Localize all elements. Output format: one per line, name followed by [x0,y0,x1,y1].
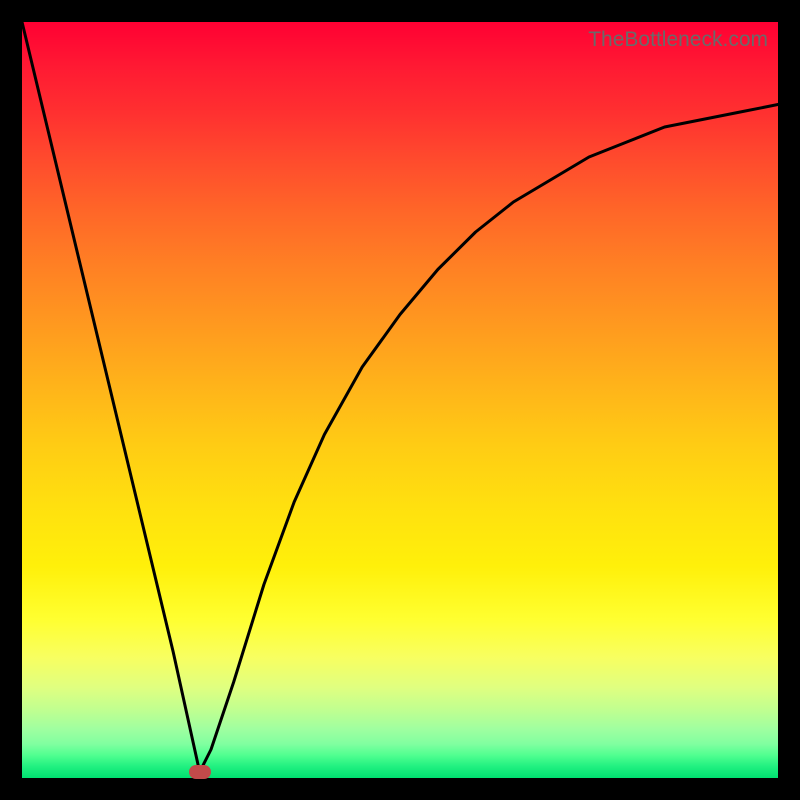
curve-svg [22,22,778,778]
watermark-text: TheBottleneck.com [588,28,768,52]
plot-area: TheBottleneck.com [22,22,778,778]
chart-container: TheBottleneck.com [0,0,800,800]
bottleneck-curve [22,22,778,772]
minimum-marker [189,765,211,779]
